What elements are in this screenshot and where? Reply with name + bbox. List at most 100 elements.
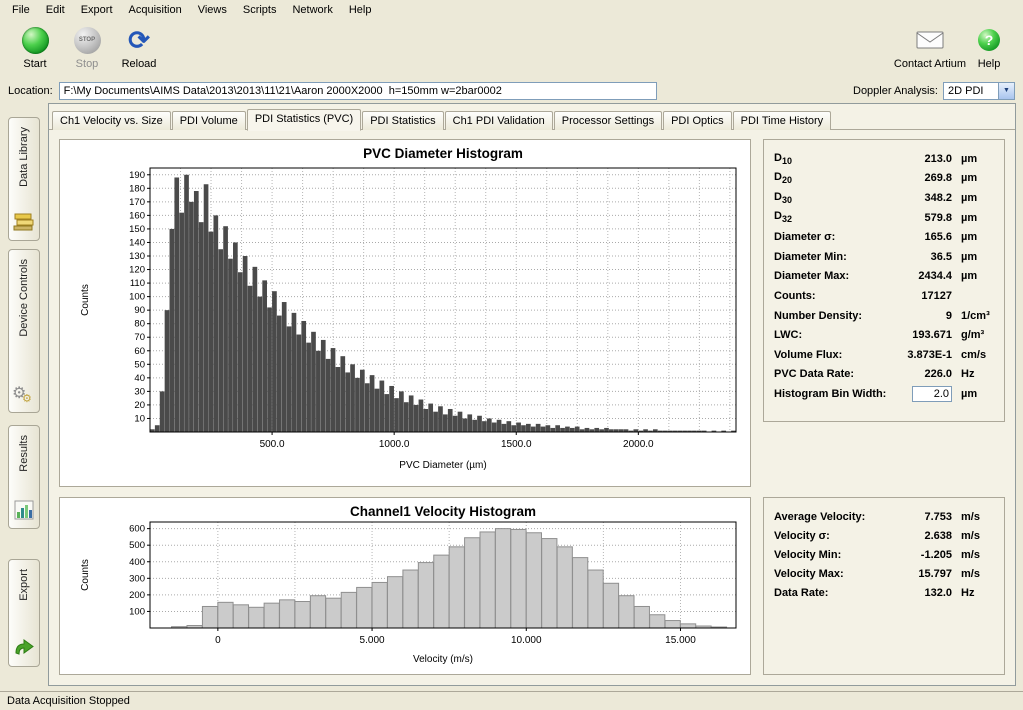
menu-help[interactable]: Help: [341, 1, 380, 19]
contact-artium-button[interactable]: Contact Artium: [893, 23, 967, 70]
svg-text:PVC Diameter Histogram: PVC Diameter Histogram: [363, 146, 523, 161]
menu-edit[interactable]: Edit: [38, 1, 73, 19]
tab-pdi-time-history[interactable]: PDI Time History: [733, 111, 832, 130]
tab-pdi-statistics[interactable]: PDI Statistics: [362, 111, 443, 130]
svg-text:80: 80: [134, 319, 145, 330]
sidebar: Data Library Device Controls⚙⚙ Results Expo…: [0, 103, 48, 691]
svg-text:1500.0: 1500.0: [501, 439, 532, 450]
diameter-stat-row: Volume Flux:3.873E-1cm/s: [774, 345, 994, 365]
stat-value: -1.205: [888, 549, 952, 561]
stat-unit: µm: [952, 231, 994, 243]
menu-file[interactable]: File: [4, 1, 38, 19]
export-arrow-icon: [13, 638, 35, 661]
stop-button[interactable]: STOP Stop: [62, 23, 112, 70]
svg-text:2000.0: 2000.0: [623, 439, 654, 450]
tab-pdi-volume[interactable]: PDI Volume: [172, 111, 246, 130]
menu-scripts[interactable]: Scripts: [235, 1, 285, 19]
diameter-stat-row: Diameter Max:2434.4µm: [774, 267, 994, 287]
velocity-stat-row: Velocity Min:-1.205m/s: [774, 545, 994, 564]
status-text: Data Acquisition Stopped: [7, 695, 130, 707]
svg-text:110: 110: [130, 278, 145, 289]
stat-value: 36.5: [888, 251, 952, 263]
stop-button-label: Stop: [76, 58, 99, 70]
stat-label: D20: [774, 171, 888, 185]
menu-export[interactable]: Export: [73, 1, 121, 19]
stat-value: 15.797: [888, 568, 952, 580]
reload-icon: ⟳: [128, 27, 150, 53]
tab-content: PVC Diameter HistogramCounts102030405060…: [49, 130, 1015, 685]
svg-text:15.000: 15.000: [665, 635, 696, 646]
stat-unit: g/m³: [952, 329, 994, 341]
svg-text:40: 40: [134, 373, 145, 384]
svg-text:500.0: 500.0: [260, 439, 285, 450]
stat-label: Diameter σ:: [774, 231, 888, 243]
stat-unit: Hz: [952, 587, 994, 599]
bin-width-input[interactable]: [912, 386, 952, 402]
svg-text:1000.0: 1000.0: [379, 439, 410, 450]
tab-pdi-statistics-pvc[interactable]: PDI Statistics (PVC): [247, 109, 361, 131]
sidebar-item-device-controls[interactable]: Device Controls⚙⚙: [8, 249, 40, 413]
stat-label: Velocity σ:: [774, 530, 888, 542]
svg-text:200: 200: [129, 590, 145, 601]
stat-value: 3.873E-1: [888, 349, 952, 361]
velocity-stats-panel: Average Velocity:7.753m/sVelocity σ:2.63…: [763, 497, 1005, 675]
sidebar-item-label: Results: [18, 435, 30, 472]
svg-text:400: 400: [129, 557, 145, 568]
help-icon: ?: [978, 29, 1000, 51]
chevron-down-icon[interactable]: ▼: [998, 83, 1014, 99]
stat-label: Diameter Max:: [774, 270, 888, 282]
stat-unit: m/s: [952, 568, 994, 580]
svg-text:60: 60: [134, 346, 145, 357]
velocity-stat-row: Velocity σ:2.638m/s: [774, 526, 994, 545]
svg-text:10: 10: [134, 413, 145, 424]
stat-label: Diameter Min:: [774, 251, 888, 263]
diameter-stat-row: Counts:17127: [774, 286, 994, 306]
sidebar-item-data-library[interactable]: Data Library: [8, 117, 40, 241]
stop-icon: STOP: [74, 27, 101, 54]
stat-label: Data Rate:: [774, 587, 888, 599]
stat-label: D32: [774, 210, 888, 224]
stat-unit: µm: [952, 172, 994, 184]
help-button-label: Help: [978, 58, 1001, 70]
sidebar-item-results[interactable]: Results: [8, 425, 40, 529]
location-label: Location:: [8, 85, 53, 97]
stat-value: 2434.4: [888, 270, 952, 282]
contact-artium-label: Contact Artium: [894, 58, 966, 70]
location-row: Location: F:\My Documents\AIMS Data\2013…: [0, 78, 1023, 103]
svg-text:130: 130: [129, 251, 145, 262]
svg-text:Velocity (m/s): Velocity (m/s): [413, 654, 473, 665]
doppler-analysis-select[interactable]: 2D PDI ▼: [943, 82, 1015, 100]
location-input[interactable]: F:\My Documents\AIMS Data\2013\2013\11\2…: [59, 82, 657, 100]
pvc-diameter-histogram: PVC Diameter HistogramCounts102030405060…: [59, 139, 751, 487]
stat-label: Velocity Max:: [774, 568, 888, 580]
diameter-stat-row: LWC:193.671g/m³: [774, 325, 994, 345]
velocity-stat-row: Velocity Max:15.797m/s: [774, 564, 994, 583]
tab-ch1-pdi-validation[interactable]: Ch1 PDI Validation: [445, 111, 553, 130]
menu-network[interactable]: Network: [284, 1, 340, 19]
sidebar-item-export[interactable]: Export: [8, 559, 40, 667]
tab-pdi-optics[interactable]: PDI Optics: [663, 111, 732, 130]
menu-acquisition[interactable]: Acquisition: [121, 1, 190, 19]
sidebar-item-label: Export: [18, 569, 30, 601]
svg-text:20: 20: [134, 400, 145, 411]
stat-label: Counts:: [774, 290, 888, 302]
tab-processor-settings[interactable]: Processor Settings: [554, 111, 662, 130]
stat-value: 17127: [888, 290, 952, 302]
help-button[interactable]: ? Help: [969, 23, 1009, 70]
velocity-stat-row: Average Velocity:7.753m/s: [774, 507, 994, 526]
stat-unit: Hz: [952, 368, 994, 380]
svg-text:Counts: Counts: [80, 559, 91, 591]
tab-ch1-velocity-vs-size[interactable]: Ch1 Velocity vs. Size: [52, 111, 171, 130]
svg-text:Counts: Counts: [80, 284, 91, 316]
svg-text:300: 300: [129, 573, 145, 584]
svg-text:0: 0: [215, 635, 221, 646]
start-button[interactable]: Start: [10, 23, 60, 70]
reload-button[interactable]: ⟳ Reload: [114, 23, 164, 70]
stat-value: 9: [888, 310, 952, 322]
stat-unit: µm: [952, 153, 994, 165]
svg-text:Channel1 Velocity Histogram: Channel1 Velocity Histogram: [350, 504, 536, 519]
svg-text:10.000: 10.000: [511, 635, 542, 646]
menu-views[interactable]: Views: [190, 1, 235, 19]
sidebar-item-label: Device Controls: [18, 259, 30, 337]
tab-strip: Ch1 Velocity vs. SizePDI VolumePDI Stati…: [49, 104, 1015, 130]
